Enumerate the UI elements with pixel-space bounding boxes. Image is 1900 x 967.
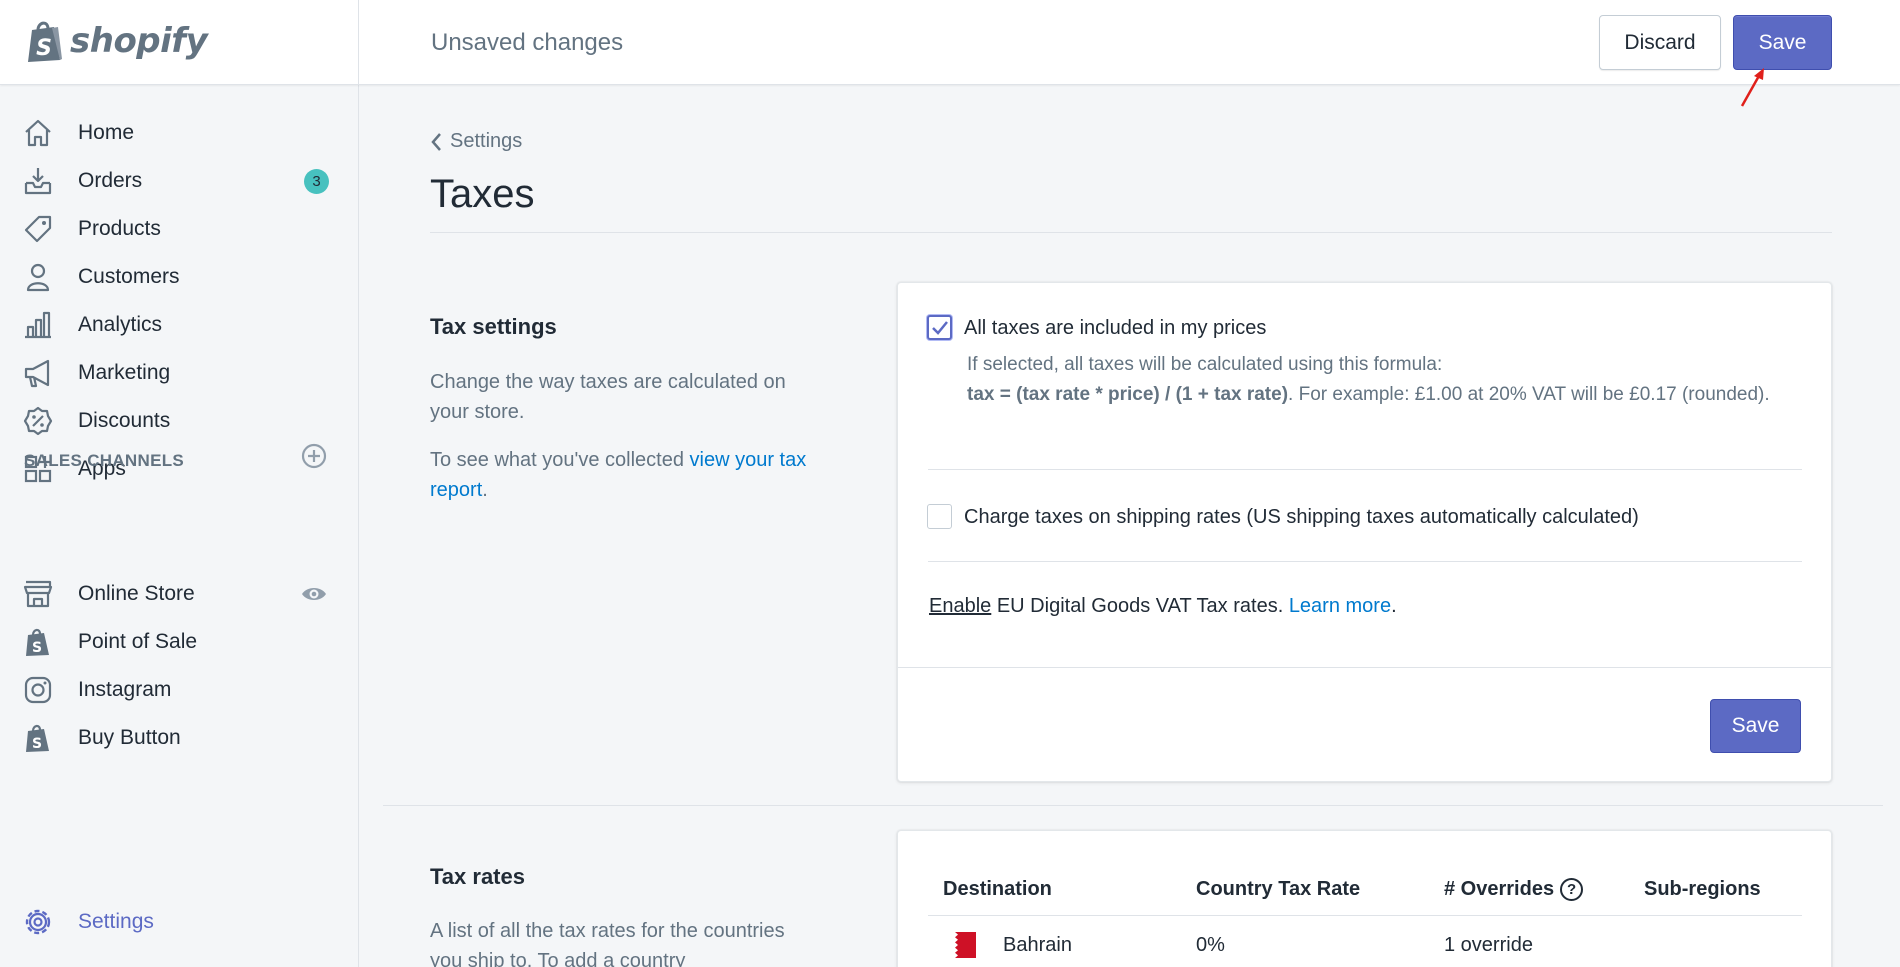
- tax-rates-description: A list of all the tax rates for the coun…: [430, 920, 785, 967]
- shopify-logo[interactable]: S shopify: [24, 18, 208, 64]
- bahrain-flag-icon: [948, 932, 976, 958]
- breadcrumb-label: Settings: [450, 130, 523, 152]
- store-icon: [23, 580, 53, 608]
- eu-vat-suffix: .: [1391, 595, 1397, 617]
- help-icon[interactable]: ?: [1560, 878, 1584, 901]
- sidebar-item-label: Online Store: [78, 582, 195, 605]
- megaphone-icon: [24, 359, 50, 388]
- sidebar-item-analytics[interactable]: Analytics: [0, 303, 358, 347]
- sidebar-item-label: Instagram: [78, 678, 172, 701]
- tax-settings-description: Change the way taxes are calculated on y…: [430, 371, 786, 423]
- tax-rates-card: Destination Country Tax Rate # Overrides…: [897, 830, 1832, 967]
- save-button[interactable]: Save: [1733, 15, 1832, 70]
- eye-icon[interactable]: [300, 580, 328, 608]
- shopify-bag-icon: S: [28, 21, 62, 62]
- tax-settings-card: All taxes are included in my prices If s…: [897, 282, 1832, 782]
- country-tax-rate: 0%: [1196, 934, 1225, 956]
- sidebar-item-label: Home: [78, 121, 135, 144]
- orders-count-badge: 3: [304, 168, 329, 194]
- sidebar-item-discounts[interactable]: Discounts: [0, 399, 358, 443]
- tag-icon: [24, 215, 52, 243]
- eu-vat-text: Enable EU Digital Goods VAT Tax rates. L…: [929, 595, 1397, 618]
- svg-text:S: S: [36, 36, 52, 61]
- card-divider: [928, 561, 1802, 562]
- orders-icon: [24, 168, 52, 195]
- card-footer-divider: [898, 667, 1831, 668]
- tax-report-text: To see what you've collected view your t…: [430, 445, 810, 505]
- shipping-taxes-checkbox[interactable]: [927, 504, 952, 529]
- sidebar-item-label: Point of Sale: [78, 630, 198, 653]
- sidebar-item-label: Buy Button: [78, 726, 181, 749]
- breadcrumb[interactable]: Settings: [430, 130, 522, 153]
- tax-rates-heading: Tax rates: [430, 864, 525, 889]
- logo-text: shopify: [70, 21, 208, 61]
- tax-formula: tax = (tax rate * price) / (1 + tax rate…: [967, 384, 1289, 405]
- discount-icon: [23, 406, 53, 436]
- person-icon: [26, 263, 50, 292]
- sidebar-item-label: Discounts: [78, 409, 171, 432]
- logo-divider: [358, 0, 359, 85]
- sidebar-item-label: Customers: [78, 265, 180, 288]
- add-circle-icon[interactable]: [300, 442, 328, 470]
- sidebar-item-settings[interactable]: Settings: [0, 900, 358, 944]
- instagram-icon: [24, 676, 52, 704]
- help-example: . For example: £1.00 at 20% VAT will be …: [1288, 384, 1770, 405]
- tax-settings-heading: Tax settings: [430, 314, 557, 339]
- learn-more-link[interactable]: Learn more: [1289, 595, 1391, 617]
- sidebar-item-label: Products: [78, 217, 161, 240]
- sidebar: Home Orders 3 Products Customers Analyti…: [0, 85, 359, 967]
- taxes-included-label[interactable]: All taxes are included in my prices: [964, 317, 1266, 340]
- sidebar-item-point-of-sale[interactable]: S Point of Sale: [0, 620, 358, 664]
- enable-eu-vat-link[interactable]: Enable: [929, 595, 991, 617]
- column-overrides: # Overrides?: [1444, 878, 1584, 901]
- sidebar-item-orders[interactable]: Orders 3: [0, 159, 358, 203]
- sidebar-item-marketing[interactable]: Marketing: [0, 351, 358, 395]
- gear-icon: [25, 909, 51, 935]
- shopify-bag-icon: S: [26, 628, 49, 656]
- overrides-count: 1 override: [1444, 934, 1533, 956]
- sidebar-item-label: Orders: [78, 169, 143, 192]
- chevron-left-icon: [431, 132, 441, 151]
- home-icon: [25, 119, 51, 147]
- bar-chart-icon: [25, 311, 51, 339]
- sidebar-item-instagram[interactable]: Instagram: [0, 668, 358, 712]
- title-divider: [430, 232, 1832, 233]
- sidebar-item-products[interactable]: Products: [0, 207, 358, 251]
- card-divider: [928, 469, 1802, 470]
- sidebar-item-customers[interactable]: Customers: [0, 255, 358, 299]
- column-destination: Destination: [943, 878, 1052, 900]
- help-line: If selected, all taxes will be calculate…: [967, 354, 1443, 375]
- column-sub-regions: Sub-regions: [1644, 878, 1761, 900]
- tax-report-suffix: .: [482, 479, 488, 501]
- taxes-included-checkbox[interactable]: [927, 315, 952, 340]
- destination-link[interactable]: Bahrain: [1003, 934, 1072, 957]
- shipping-taxes-label[interactable]: Charge taxes on shipping rates (US shipp…: [964, 506, 1639, 529]
- svg-text:S: S: [32, 640, 42, 656]
- sidebar-item-label: Marketing: [78, 361, 171, 384]
- sidebar-item-buy-button[interactable]: S Buy Button: [0, 716, 358, 760]
- eu-vat-label: EU Digital Goods VAT Tax rates.: [991, 595, 1289, 617]
- svg-text:S: S: [32, 736, 42, 752]
- sidebar-item-label: Analytics: [78, 313, 163, 336]
- page-title: Taxes: [430, 172, 535, 216]
- checkmark-icon: [932, 321, 948, 335]
- section-divider: [383, 805, 1883, 806]
- card-save-button[interactable]: Save: [1710, 699, 1801, 753]
- sidebar-item-home[interactable]: Home: [0, 111, 358, 155]
- sidebar-item-label: Settings: [78, 910, 154, 933]
- discard-button[interactable]: Discard: [1599, 15, 1721, 70]
- red-arrow-annotation: [1740, 68, 1764, 107]
- sales-channels-heading: SALES CHANNELS: [24, 451, 185, 470]
- taxes-included-help: If selected, all taxes will be calculate…: [967, 350, 1787, 410]
- tax-report-prefix: To see what you've collected: [430, 449, 690, 471]
- column-country-tax-rate: Country Tax Rate: [1196, 878, 1361, 900]
- unsaved-changes-label: Unsaved changes: [431, 29, 624, 56]
- top-bar: S shopify Unsaved changes Discard Save: [0, 0, 1900, 85]
- column-overrides-label: # Overrides: [1444, 878, 1555, 900]
- shopify-bag-icon: S: [26, 724, 49, 752]
- table-header-divider: [928, 915, 1802, 916]
- sidebar-item-online-store[interactable]: Online Store: [0, 572, 358, 616]
